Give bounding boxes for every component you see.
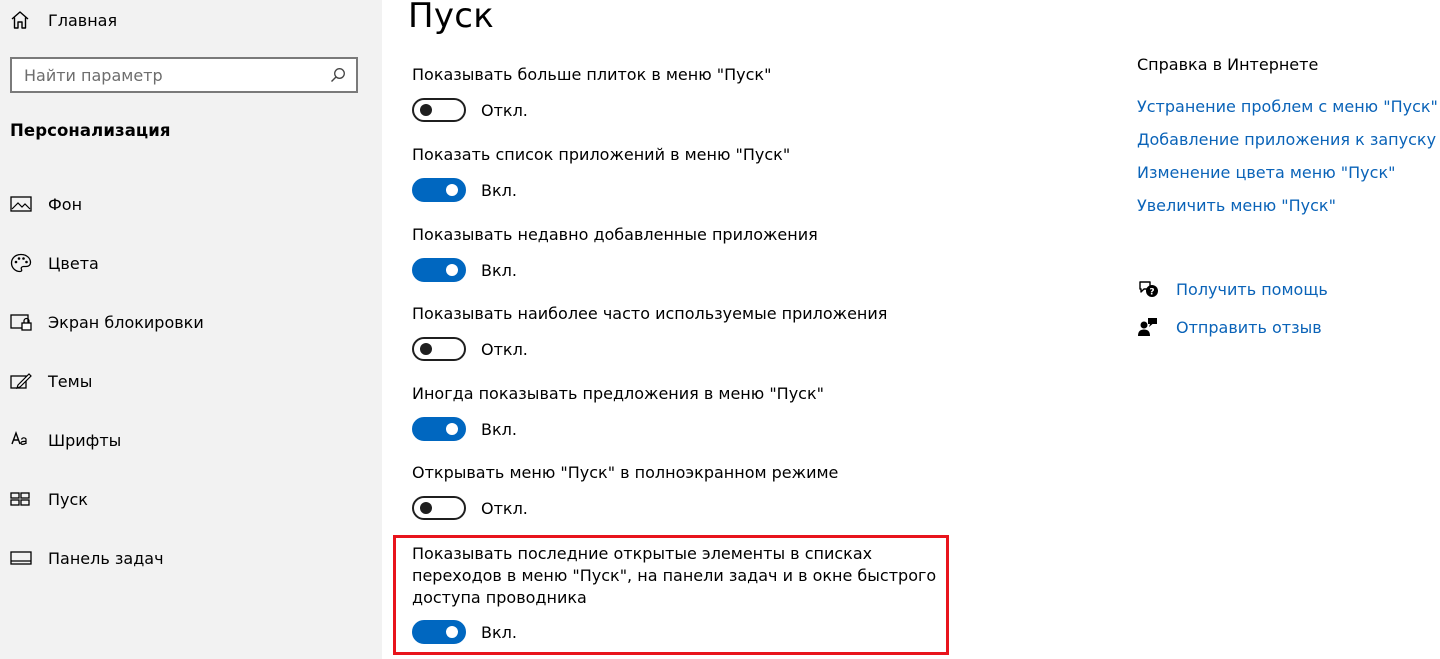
setting-label: Показывать недавно добавленные приложени… [412,225,818,244]
start-icon [10,492,30,506]
sidebar-item-label: Темы [48,371,93,391]
toggle-state-label: Вкл. [481,260,517,280]
home-icon [11,11,29,29]
help-link-troubleshoot[interactable]: Устранение проблем с меню "Пуск" [1137,97,1438,116]
toggle-state-label: Откл. [481,498,528,518]
sidebar-item-label: Шрифты [48,430,122,450]
get-help-row[interactable]: ? Получить помощь [1137,277,1328,301]
feedback-row[interactable]: Отправить отзыв [1137,315,1322,339]
page-title: Пуск [408,0,495,36]
setting-recently-added: Показывать недавно добавленные приложени… [412,224,952,283]
palette-icon [10,253,32,273]
help-link-change-color[interactable]: Изменение цвета меню "Пуск" [1137,163,1395,182]
setting-label: Показывать наиболее часто используемые п… [412,304,888,323]
sidebar-item-fonts[interactable]: Шрифты [10,425,370,455]
search-box[interactable] [10,57,358,93]
setting-suggestions: Иногда показывать предложения в меню "Пу… [412,383,952,442]
sidebar-item-label: Цвета [48,253,99,273]
sidebar-item-background[interactable]: Фон [10,189,370,219]
setting-most-used: Показывать наиболее часто используемые п… [412,303,952,362]
get-help-link[interactable]: Получить помощь [1176,280,1328,299]
section-title: Персонализация [10,121,171,140]
sidebar-item-label: Экран блокировки [48,312,204,332]
feedback-link[interactable]: Отправить отзыв [1176,318,1322,337]
sidebar-item-label: Пуск [48,489,88,509]
highlight-box [393,535,949,655]
taskbar-icon [10,551,32,565]
setting-label: Иногда показывать предложения в меню "Пу… [412,384,824,403]
settings-window: Главная Персонализация Фон [0,0,1440,659]
sidebar-item-label: Панель задач [48,548,164,568]
feedback-icon [1138,318,1157,336]
toggle-state-label: Вкл. [481,180,517,200]
toggle-switch[interactable] [412,496,466,520]
setting-label: Открывать меню "Пуск" в полноэкранном ре… [412,463,839,482]
themes-icon [10,373,32,389]
setting-more-tiles: Показывать больше плиток в меню "Пуск" О… [412,64,952,123]
lock-screen-icon [10,314,32,331]
fonts-icon [11,430,27,445]
home-label: Главная [48,10,118,30]
search-icon[interactable] [330,67,346,83]
sidebar-item-start[interactable]: Пуск [10,484,370,514]
help-link-add-startup-app[interactable]: Добавление приложения к запуску [1137,130,1436,149]
sidebar: Главная Персонализация Фон [0,0,382,659]
toggle-state-label: Откл. [481,339,528,359]
home-nav[interactable]: Главная [10,7,117,33]
sidebar-item-taskbar[interactable]: Панель задач [10,543,370,573]
toggle-switch[interactable] [412,98,466,122]
toggle-switch[interactable] [412,178,466,202]
setting-label: Показать список приложений в меню "Пуск" [412,145,791,164]
toggle-switch[interactable] [412,258,466,282]
sidebar-item-themes[interactable]: Темы [10,366,370,396]
setting-fullscreen: Открывать меню "Пуск" в полноэкранном ре… [412,462,952,521]
setting-label: Показывать больше плиток в меню "Пуск" [412,65,772,84]
help-chat-icon: ? [1139,281,1158,298]
sidebar-item-colors[interactable]: Цвета [10,248,370,278]
search-input[interactable] [12,59,330,91]
sidebar-item-label: Фон [48,194,83,214]
help-link-enlarge-menu[interactable]: Увеличить меню "Пуск" [1137,196,1336,215]
sidebar-item-lock-screen[interactable]: Экран блокировки [10,307,370,337]
svg-text:?: ? [1149,288,1154,298]
toggle-switch[interactable] [412,417,466,441]
setting-app-list: Показать список приложений в меню "Пуск"… [412,144,952,203]
toggle-switch[interactable] [412,337,466,361]
help-title: Справка в Интернете [1137,55,1319,74]
toggle-state-label: Откл. [481,100,528,120]
picture-icon [10,196,32,212]
toggle-state-label: Вкл. [481,419,517,439]
